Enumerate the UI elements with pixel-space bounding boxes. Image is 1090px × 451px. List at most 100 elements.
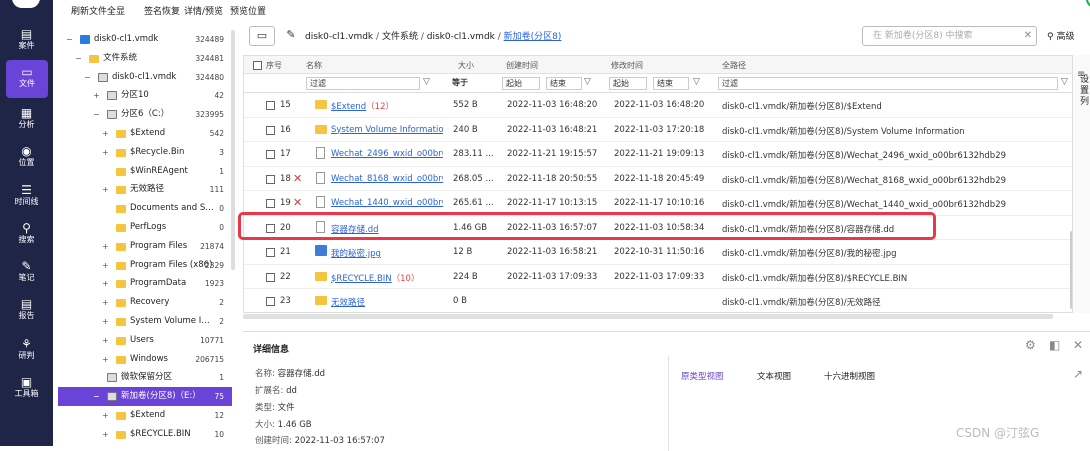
name-filter-input[interactable]: 过滤 bbox=[306, 77, 420, 90]
table-row[interactable]: 16 System Volume Informatio 240 B 2022-11-0… bbox=[244, 118, 1078, 142]
expand-toggle-icon[interactable]: + bbox=[102, 274, 109, 293]
folder-toggle-icon[interactable]: ▭ bbox=[249, 26, 275, 46]
expand-toggle-icon[interactable]: + bbox=[102, 312, 109, 331]
file-overview-button[interactable]: 文件全显 bbox=[89, 4, 125, 17]
row-name-text[interactable]: System Volume Informatio bbox=[331, 125, 443, 135]
sidebar-item-9[interactable]: ▣ 工具箱 bbox=[0, 370, 53, 408]
tree-node[interactable]: $WinREAgent 1 bbox=[58, 162, 232, 181]
row-name[interactable]: $RECYCLE.BIN（10） bbox=[331, 272, 443, 284]
row-name[interactable]: Wechat_1440_wxid_o00br6 bbox=[331, 198, 443, 208]
tree-node[interactable]: − 分区6（C:） 323995 bbox=[58, 105, 232, 124]
row-name-text[interactable]: Wechat_2496_wxid_o00br6 bbox=[331, 149, 443, 159]
preview-position-button[interactable]: 预览位置 bbox=[230, 4, 266, 17]
file-tree[interactable]: − disk0-cl1.vmdk 324489− 文件系统 324481− disk0-c… bbox=[58, 28, 234, 446]
tree-node[interactable]: + Windows 206715 bbox=[58, 350, 232, 369]
row-name-text[interactable]: 我的秘密.jpg bbox=[331, 249, 381, 259]
row-checkbox[interactable] bbox=[266, 150, 275, 159]
expand-toggle-icon[interactable]: + bbox=[102, 180, 109, 199]
sidebar-item-5[interactable]: ⚲ 搜索 bbox=[0, 216, 53, 254]
table-row[interactable]: 23 无效路径 0 B disk0-cl1.vmdk/新加卷(分区8)/无效路径 bbox=[244, 289, 1078, 312]
table-row[interactable]: 21 我的秘密.jpg 12 B 2022-11-03 16:58:21 2022-10… bbox=[244, 240, 1078, 265]
expand-toggle-icon[interactable]: + bbox=[93, 86, 100, 105]
col-name[interactable]: 名称 bbox=[306, 60, 322, 71]
col-modified[interactable]: 修改时间 bbox=[611, 60, 643, 71]
expand-toggle-icon[interactable]: − bbox=[93, 105, 100, 124]
tree-node[interactable]: + 分区10 42 bbox=[58, 86, 232, 105]
col-created[interactable]: 创建时间 bbox=[506, 60, 538, 71]
breadcrumb-seg-1[interactable]: disk0-cl1.vmdk bbox=[305, 32, 373, 42]
close-icon[interactable]: ✕ bbox=[1073, 338, 1083, 352]
filter-icon[interactable]: ▽ bbox=[693, 77, 700, 87]
filter-icon[interactable]: ▽ bbox=[423, 77, 430, 87]
tree-node[interactable]: − 文件系统 324481 bbox=[58, 49, 232, 68]
row-checkbox[interactable] bbox=[266, 125, 275, 135]
edit-icon[interactable]: ✎ bbox=[283, 26, 299, 46]
tree-node[interactable]: − disk0-cl1.vmdk 324489 bbox=[58, 30, 232, 49]
modified-start-input[interactable]: 起始 bbox=[609, 77, 647, 90]
expand-toggle-icon[interactable]: + bbox=[102, 350, 109, 369]
layout-icon[interactable]: ◧ bbox=[1049, 338, 1060, 352]
tree-node[interactable]: − disk0-cl1.vmdk 324480 bbox=[58, 68, 232, 87]
table-hscroll[interactable] bbox=[243, 314, 1053, 319]
expand-icon[interactable]: ↗ bbox=[1073, 367, 1083, 381]
breadcrumb-seg-3[interactable]: disk0-cl1.vmdk bbox=[427, 32, 495, 42]
expand-toggle-icon[interactable]: + bbox=[102, 293, 109, 312]
sidebar-item-2[interactable]: ▦ 分析 bbox=[0, 101, 53, 139]
advanced-search-button[interactable]: ⚲ 高级 bbox=[1047, 29, 1074, 42]
breadcrumb-seg-2[interactable]: 文件系统 bbox=[382, 32, 418, 42]
table-row[interactable]: 18 ✕ Wechat_8168_wxid_o00br6 268.05 ... 2022… bbox=[244, 167, 1078, 191]
tab-text-view[interactable]: 文本视图 bbox=[757, 370, 791, 382]
tree-node[interactable]: Documents and Setti... 0 bbox=[58, 199, 232, 218]
expand-toggle-icon[interactable]: + bbox=[102, 237, 109, 256]
tree-node[interactable]: + ProgramData 1923 bbox=[58, 274, 232, 293]
expand-toggle-icon[interactable]: − bbox=[75, 49, 82, 68]
sign-restore-button[interactable]: 签名恢复 bbox=[144, 4, 180, 17]
sidebar-item-1[interactable]: ▭ 文件 bbox=[6, 60, 48, 98]
tree-node[interactable]: − 新加卷(分区8)（E:） 75 bbox=[58, 387, 232, 407]
created-end-input[interactable]: 结束 bbox=[546, 77, 582, 90]
col-seq[interactable]: 序号 bbox=[266, 60, 282, 71]
filter-icon[interactable]: ▽ bbox=[1061, 77, 1068, 87]
breadcrumb-seg-4[interactable]: 新加卷(分区8) bbox=[504, 32, 562, 42]
row-checkbox[interactable] bbox=[266, 199, 275, 208]
sidebar-item-8[interactable]: ⚘ 研判 bbox=[0, 332, 53, 370]
expand-toggle-icon[interactable]: + bbox=[102, 256, 109, 275]
tree-node[interactable]: + $RECYCLE.BIN 10 bbox=[58, 425, 232, 444]
search-input[interactable]: 在 新加卷(分区8) 中搜索 ✕ bbox=[862, 26, 1037, 46]
row-checkbox[interactable] bbox=[266, 101, 275, 110]
row-checkbox[interactable] bbox=[266, 272, 275, 282]
tree-node[interactable]: + $Recycle.Bin 3 bbox=[58, 143, 232, 162]
expand-toggle-icon[interactable]: − bbox=[93, 387, 100, 406]
expand-toggle-icon[interactable]: + bbox=[102, 425, 109, 444]
row-name[interactable]: System Volume Informatio bbox=[331, 125, 443, 135]
tree-node[interactable]: PerfLogs 0 bbox=[58, 218, 232, 237]
row-name[interactable]: Wechat_2496_wxid_o00br6 bbox=[331, 149, 443, 159]
expand-toggle-icon[interactable]: − bbox=[84, 68, 91, 87]
sidebar-item-6[interactable]: ✎ 笔记 bbox=[0, 254, 53, 292]
tree-node[interactable]: + $Extend 542 bbox=[58, 124, 232, 143]
tree-node[interactable]: 微软保留分区 1 bbox=[58, 368, 232, 387]
col-size[interactable]: 大小 bbox=[458, 60, 474, 71]
row-name[interactable]: Wechat_8168_wxid_o00br6 bbox=[331, 174, 443, 184]
filter-icon[interactable]: ▽ bbox=[584, 77, 591, 87]
tree-node[interactable]: + Recovery 2 bbox=[58, 293, 232, 312]
tree-node[interactable]: + Program Files (x86) 2329 bbox=[58, 256, 232, 275]
row-checkbox[interactable] bbox=[266, 174, 275, 184]
expand-toggle-icon[interactable]: + bbox=[102, 143, 109, 162]
row-name-text[interactable]: Wechat_8168_wxid_o00br6 bbox=[331, 174, 443, 184]
refresh-button[interactable]: 刷新 bbox=[71, 4, 89, 17]
expand-toggle-icon[interactable]: + bbox=[102, 331, 109, 350]
detail-preview-button[interactable]: 详情/预览 bbox=[184, 4, 223, 17]
select-all-checkbox[interactable] bbox=[253, 61, 262, 70]
tab-raw-view[interactable]: 原类型视图 bbox=[681, 370, 724, 382]
row-checkbox[interactable] bbox=[266, 297, 275, 306]
tree-node[interactable]: + Users 10771 bbox=[58, 331, 232, 350]
tree-node[interactable]: + Program Files 21874 bbox=[58, 237, 232, 256]
size-filter-select[interactable]: 等于 bbox=[449, 77, 494, 90]
tree-node[interactable]: + 无效路径 111 bbox=[58, 180, 232, 199]
expand-toggle-icon[interactable]: − bbox=[66, 30, 73, 49]
table-row[interactable]: 15 $Extend（12） 552 B 2022-11-03 16:48:20 202… bbox=[244, 93, 1078, 118]
tree-node[interactable]: + System Volume Infor... 2 bbox=[58, 312, 232, 331]
clear-icon[interactable]: ✕ bbox=[1024, 27, 1032, 45]
row-name[interactable]: $Extend（12） bbox=[331, 100, 443, 112]
